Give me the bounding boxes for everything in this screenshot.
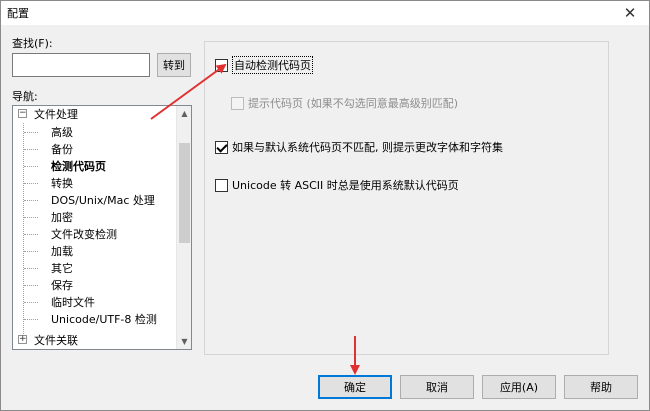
cancel-button[interactable]: 取消 bbox=[400, 375, 474, 399]
search-input[interactable] bbox=[12, 53, 150, 77]
tree-item-dos-unix-mac[interactable]: DOS/Unix/Mac 处理 bbox=[51, 192, 155, 209]
tree-connector bbox=[24, 319, 38, 320]
help-button[interactable]: 帮助 bbox=[564, 375, 638, 399]
tree-node-file-handling[interactable]: − 文件处理 bbox=[13, 106, 178, 123]
tree-item-temp-files[interactable]: 临时文件 bbox=[51, 294, 95, 311]
window-title: 配置 bbox=[7, 7, 29, 20]
mismatch-prompt-checkbox[interactable] bbox=[215, 140, 228, 154]
nav-tree[interactable]: − 文件处理 高级 备份 检测代码页 转换 DOS/Unix/Mac 处理 加密… bbox=[12, 105, 192, 350]
tree-item-convert[interactable]: 转换 bbox=[51, 175, 73, 192]
auto-detect-label[interactable]: 自动检测代码页 bbox=[232, 56, 313, 74]
tree-connector bbox=[24, 302, 38, 303]
tree-connector bbox=[24, 200, 38, 201]
goto-button[interactable]: 转到 bbox=[157, 53, 191, 77]
tree-expanded-icon[interactable]: − bbox=[18, 109, 27, 118]
tree-connector bbox=[24, 166, 38, 167]
tree-connector bbox=[24, 285, 38, 286]
prompt-codepage-label: 提示代码页 (如果不勾选同意最高级别匹配) bbox=[248, 97, 459, 110]
title-bar: 配置 ✕ bbox=[1, 1, 649, 25]
tree-item-label: 文件处理 bbox=[34, 108, 78, 121]
tree-item-label: 文件关联 bbox=[34, 334, 78, 347]
scrollbar-thumb[interactable] bbox=[179, 143, 190, 243]
tree-item-backup[interactable]: 备份 bbox=[51, 141, 73, 158]
nav-tree-content: − 文件处理 高级 备份 检测代码页 转换 DOS/Unix/Mac 处理 加密… bbox=[13, 106, 178, 349]
tree-item-unicode-detect[interactable]: Unicode/UTF-8 检测 bbox=[51, 311, 157, 328]
tree-connector bbox=[24, 149, 38, 150]
tree-item-file-change-detect[interactable]: 文件改变检测 bbox=[51, 226, 117, 243]
options-panel: 自动检测代码页 提示代码页 (如果不勾选同意最高级别匹配) 如果与默认系统代码页… bbox=[204, 41, 609, 355]
unicode-ascii-option[interactable]: Unicode 转 ASCII 时总是使用系统默认代码页 bbox=[215, 177, 459, 193]
auto-detect-checkbox[interactable] bbox=[215, 58, 228, 72]
unicode-ascii-checkbox[interactable] bbox=[215, 178, 228, 192]
scroll-down-icon[interactable]: ▼ bbox=[177, 334, 191, 349]
tree-connector bbox=[24, 183, 38, 184]
tree-item-advanced[interactable]: 高级 bbox=[51, 124, 73, 141]
tree-item-load[interactable]: 加载 bbox=[51, 243, 73, 260]
tree-scrollbar[interactable]: ▲ ▼ bbox=[176, 106, 191, 349]
tree-connector bbox=[24, 217, 38, 218]
tree-connector bbox=[24, 251, 38, 252]
auto-detect-option[interactable]: 自动检测代码页 bbox=[215, 56, 313, 74]
scroll-up-icon[interactable]: ▲ bbox=[177, 106, 191, 121]
tree-connector bbox=[24, 234, 38, 235]
prompt-codepage-checkbox[interactable] bbox=[231, 96, 244, 110]
apply-button[interactable]: 应用(A) bbox=[482, 375, 556, 399]
tree-connector bbox=[24, 268, 38, 269]
prompt-codepage-option[interactable]: 提示代码页 (如果不勾选同意最高级别匹配) bbox=[231, 95, 458, 111]
tree-item-save[interactable]: 保存 bbox=[51, 277, 73, 294]
tree-item-detect-codepage[interactable]: 检测代码页 bbox=[51, 158, 106, 175]
tree-connector-line bbox=[23, 123, 24, 342]
search-label: 查找(F): bbox=[12, 37, 53, 50]
tree-connector bbox=[24, 132, 38, 133]
mismatch-prompt-label[interactable]: 如果与默认系统代码页不匹配, 则提示更改字体和字符集 bbox=[232, 139, 503, 155]
mismatch-prompt-option[interactable]: 如果与默认系统代码页不匹配, 则提示更改字体和字符集 bbox=[215, 139, 503, 155]
tree-item-other[interactable]: 其它 bbox=[51, 260, 73, 277]
tree-item-encryption[interactable]: 加密 bbox=[51, 209, 73, 226]
tree-node-file-association[interactable]: + 文件关联 bbox=[13, 332, 178, 349]
ok-button[interactable]: 确定 bbox=[318, 375, 392, 399]
close-icon[interactable]: ✕ bbox=[621, 4, 639, 22]
nav-label: 导航: bbox=[12, 90, 38, 103]
unicode-ascii-label[interactable]: Unicode 转 ASCII 时总是使用系统默认代码页 bbox=[232, 177, 459, 193]
tree-collapsed-icon[interactable]: + bbox=[18, 335, 27, 344]
config-dialog: 配置 ✕ 查找(F): 转到 导航: − 文件处理 高级 备份 检测代码页 转换… bbox=[0, 0, 650, 411]
